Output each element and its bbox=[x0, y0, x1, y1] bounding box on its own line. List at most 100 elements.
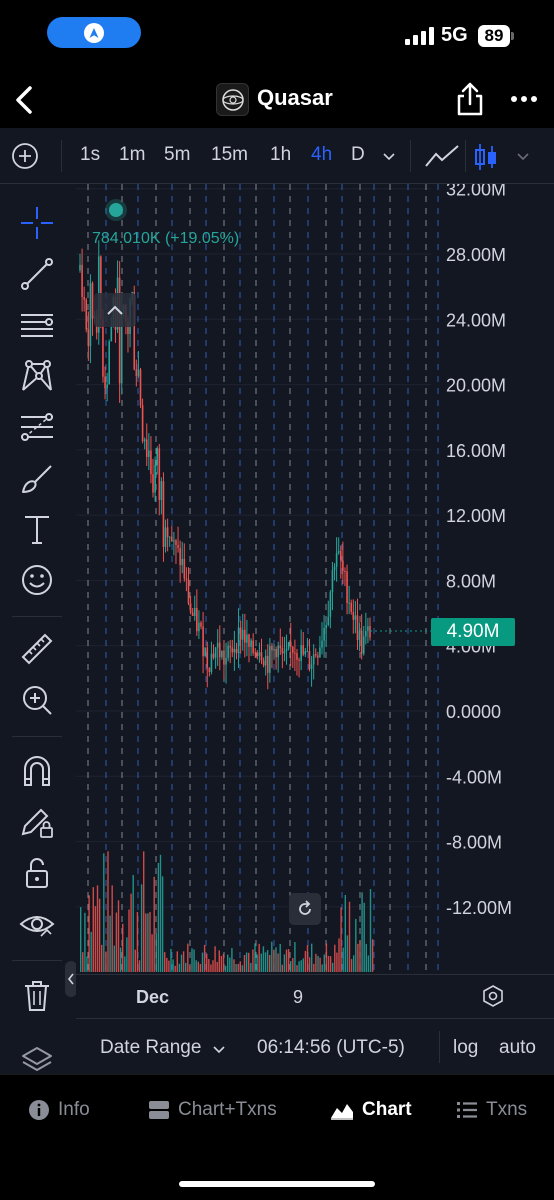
volume-bar bbox=[208, 959, 210, 972]
text-icon[interactable] bbox=[16, 508, 58, 550]
volume-bar bbox=[80, 907, 82, 972]
volume-bar bbox=[355, 918, 357, 972]
unlock-icon[interactable] bbox=[16, 852, 58, 894]
auto-scale-toggle[interactable]: auto bbox=[499, 1037, 536, 1059]
chevron-down-icon[interactable] bbox=[381, 148, 397, 169]
candlestick-icon[interactable] bbox=[473, 142, 499, 177]
volume-bar bbox=[157, 862, 160, 972]
timeframe-5m[interactable]: 5m bbox=[164, 144, 190, 166]
volume-bar bbox=[367, 955, 370, 972]
navigation-pill[interactable] bbox=[47, 17, 141, 48]
timeframe-15m[interactable]: 15m bbox=[211, 144, 248, 166]
price-tick-label: 8.00M bbox=[446, 571, 496, 591]
back-icon[interactable] bbox=[10, 82, 40, 118]
timeframe-4h[interactable]: 4h bbox=[311, 144, 332, 166]
candle-body bbox=[327, 616, 330, 625]
chevron-down-icon[interactable] bbox=[212, 1043, 226, 1061]
tab-txns[interactable]: Txns bbox=[456, 1099, 527, 1121]
candle-body bbox=[177, 544, 179, 549]
time-label-9: 9 bbox=[293, 987, 304, 1007]
volume-bar bbox=[283, 954, 286, 972]
magnet-icon[interactable] bbox=[16, 750, 58, 792]
emoji-icon[interactable] bbox=[16, 559, 58, 601]
add-indicator-icon[interactable] bbox=[11, 142, 39, 170]
fib-icon[interactable] bbox=[16, 406, 58, 448]
candle-body bbox=[145, 439, 148, 457]
bottom-tab-bar: Info Chart+Txns Chart Txns bbox=[0, 1074, 554, 1200]
volume-bar bbox=[88, 895, 90, 972]
tab-info[interactable]: Info bbox=[28, 1099, 90, 1121]
crosshair-icon[interactable] bbox=[16, 202, 58, 244]
log-scale-toggle[interactable]: log bbox=[453, 1037, 478, 1059]
trash-icon[interactable] bbox=[16, 974, 58, 1016]
volume-bar bbox=[206, 953, 208, 972]
volume-bar bbox=[201, 952, 204, 972]
timeframe-1h[interactable]: 1h bbox=[270, 144, 291, 166]
pattern-icon[interactable] bbox=[16, 355, 58, 397]
volume-bar bbox=[119, 947, 122, 972]
share-icon[interactable] bbox=[454, 80, 486, 118]
candle-body bbox=[83, 297, 85, 300]
timeframe-1m[interactable]: 1m bbox=[119, 144, 145, 166]
collapse-legend-button[interactable] bbox=[94, 293, 136, 327]
chevron-down-icon[interactable] bbox=[515, 148, 531, 169]
candle-body bbox=[331, 570, 334, 593]
candle-body bbox=[139, 369, 142, 406]
candle-body bbox=[175, 540, 177, 545]
reset-chart-icon[interactable] bbox=[289, 893, 321, 925]
candle-body bbox=[319, 647, 321, 658]
candle-body bbox=[275, 649, 277, 658]
price-tick-label: 28.00M bbox=[446, 245, 506, 265]
timezone-clock[interactable]: 06:14:56 (UTC-5) bbox=[257, 1037, 405, 1059]
date-range-button[interactable]: Date Range bbox=[100, 1037, 201, 1059]
candle-body bbox=[294, 652, 296, 654]
volume-bar bbox=[115, 912, 118, 972]
chart-canvas[interactable]: 32.00M 28.00M 24.00M 20.00M 16.00M 12.00M 8.00… bbox=[76, 184, 554, 974]
volume-bar bbox=[237, 963, 239, 972]
volume-bar bbox=[94, 906, 97, 972]
zoom-in-icon[interactable] bbox=[16, 679, 58, 721]
time-axis[interactable]: Dec 9 bbox=[76, 974, 554, 1018]
candle-body bbox=[191, 612, 194, 616]
volume-bar bbox=[317, 955, 319, 972]
eye-icon[interactable] bbox=[16, 903, 58, 945]
candle-body bbox=[143, 439, 146, 442]
more-options-icon[interactable] bbox=[509, 86, 539, 112]
candle-body bbox=[358, 630, 361, 641]
volume-bar bbox=[248, 952, 250, 972]
candle-body bbox=[356, 615, 359, 641]
candle-body bbox=[81, 264, 83, 298]
candle-body bbox=[248, 634, 250, 647]
tab-chart-txns[interactable]: Chart+Txns bbox=[148, 1099, 277, 1121]
candle-body bbox=[233, 648, 236, 653]
volume-bar bbox=[170, 948, 172, 972]
line-chart-icon[interactable] bbox=[424, 142, 460, 175]
price-chart[interactable]: 32.00M 28.00M 24.00M 20.00M 16.00M 12.00M 8.00… bbox=[76, 184, 554, 974]
ruler-icon[interactable] bbox=[16, 628, 58, 670]
candle-body bbox=[185, 578, 188, 580]
settings-icon[interactable] bbox=[482, 985, 504, 1012]
candle-body bbox=[335, 552, 338, 567]
volume-bar bbox=[90, 931, 92, 972]
candle-body bbox=[281, 648, 284, 654]
brush-icon[interactable] bbox=[16, 457, 58, 499]
candle-body bbox=[337, 550, 340, 553]
tab-chart[interactable]: Chart bbox=[330, 1099, 412, 1121]
area-chart-icon bbox=[331, 1104, 353, 1120]
volume-bar bbox=[140, 884, 143, 972]
volume-bar bbox=[300, 960, 302, 972]
volume-bar bbox=[344, 895, 346, 972]
horizontal-lines-icon[interactable] bbox=[16, 304, 58, 346]
candle-body bbox=[256, 653, 259, 657]
timeframe-d[interactable]: D bbox=[351, 144, 365, 166]
volume-bar bbox=[143, 851, 145, 972]
volume-bar bbox=[298, 961, 300, 972]
volume-bar bbox=[290, 960, 292, 972]
token-logo bbox=[216, 83, 249, 116]
timeframe-1s[interactable]: 1s bbox=[80, 144, 100, 166]
candle-body bbox=[135, 369, 138, 377]
lock-pencil-icon[interactable] bbox=[16, 801, 58, 843]
trend-line-icon[interactable] bbox=[16, 253, 58, 295]
volume-bar bbox=[323, 954, 325, 972]
candle-body bbox=[160, 481, 163, 501]
